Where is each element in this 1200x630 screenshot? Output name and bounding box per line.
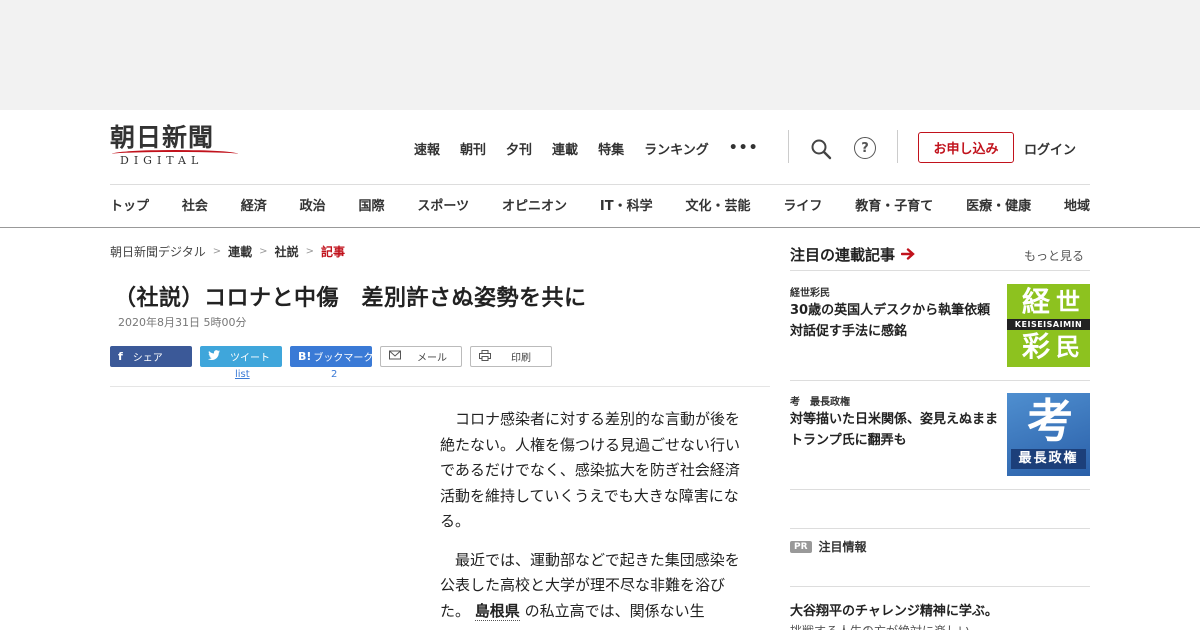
header-divider-2 xyxy=(897,130,898,163)
breadcrumb-current: 記事 xyxy=(320,245,345,259)
help-icon[interactable]: ? xyxy=(854,137,876,159)
thumb-glyph-sai: 彩 xyxy=(1022,330,1051,363)
breadcrumb-sep-icon: > xyxy=(305,246,314,257)
logo-wordmark: 朝日新聞 xyxy=(110,123,215,152)
top-nav-ranking[interactable]: ランキング xyxy=(644,139,709,158)
top-nav: 速報 朝刊 夕刊 連載 特集 ランキング ••• xyxy=(414,137,759,159)
sidebar-article-thumbnail[interactable]: 経 世 KEISEISAIMIN 彩 民 xyxy=(1007,284,1090,367)
cat-top[interactable]: トップ xyxy=(110,195,149,215)
sidebar-divider xyxy=(790,586,1090,587)
article-date: 2020年8月31日 5時00分 xyxy=(118,316,247,329)
cat-region[interactable]: 地域 xyxy=(1064,195,1090,215)
sidebar-title-text: 注目の連載記事 xyxy=(790,246,896,264)
top-nav-choukan[interactable]: 朝刊 xyxy=(460,139,486,158)
arrow-right-icon xyxy=(900,246,915,264)
ad-banner-area xyxy=(0,0,1200,110)
mail-share-label: メール xyxy=(417,353,447,364)
hatena-bookmark-label: ブックマーク xyxy=(313,353,374,364)
top-nav-rensai[interactable]: 連載 xyxy=(552,139,578,158)
sidebar-divider xyxy=(790,528,1090,529)
header-divider-line xyxy=(110,184,1090,185)
cat-culture[interactable]: 文化・芸能 xyxy=(685,195,750,215)
pr-headline[interactable]: 大谷翔平のチャレンジ精神に学ぶ。 xyxy=(790,600,998,619)
hatena-b-icon: B! xyxy=(298,350,312,363)
breadcrumb-home[interactable]: 朝日新聞デジタル xyxy=(110,243,206,260)
top-nav-tokushu[interactable]: 特集 xyxy=(598,139,624,158)
logo-digital: DIGITAL xyxy=(120,154,204,167)
breadcrumb-shasetsu[interactable]: 社説 xyxy=(275,243,299,260)
article-paragraph-2: 最近では、運動部などで起きた集団感染を公表した高校と大学が理不尽な非難を浴びた。… xyxy=(440,548,750,625)
keyword-link-shimane[interactable]: 島根県 xyxy=(474,601,520,621)
twitter-share-button[interactable]: ツイート xyxy=(200,346,282,367)
sidebar-article-headline[interactable]: 30歳の英国人デスクから執筆依頼 対話促す手法に感銘 xyxy=(790,300,1003,342)
pr-badge: PR xyxy=(790,540,812,553)
sidebar-article-2[interactable]: 考 最長政権 対等描いた日米関係、姿見えぬまま トランプ氏に翻弄も 考 最長政権 xyxy=(790,393,1090,477)
article-title: （社説）コロナと中傷 差別許さぬ姿勢を共に xyxy=(114,286,587,311)
cat-education[interactable]: 教育・子育て xyxy=(855,195,933,215)
mail-icon xyxy=(389,350,401,363)
twitter-share-count[interactable]: list xyxy=(235,369,250,380)
sidebar-article-1[interactable]: 経世彩民 30歳の英国人デスクから執筆依頼 対話促す手法に感銘 経 世 KEIS… xyxy=(790,284,1090,368)
cat-sports[interactable]: スポーツ xyxy=(417,195,469,215)
print-label: 印刷 xyxy=(511,353,531,364)
thumb-en-label: KEISEISAIMIN xyxy=(1007,319,1090,330)
cat-health[interactable]: 医療・健康 xyxy=(966,195,1031,215)
sidebar-divider xyxy=(790,380,1090,381)
article-paragraph-1: コロナ感染者に対する差別的な言動が後を絶たない。人権を傷つける見過ごせない行いで… xyxy=(440,410,741,530)
search-icon[interactable] xyxy=(810,138,832,160)
article-divider xyxy=(110,386,770,387)
more-dots-icon[interactable]: ••• xyxy=(729,140,759,156)
top-nav-sokuho[interactable]: 速報 xyxy=(414,139,440,158)
hatena-bookmark-count[interactable]: 2 xyxy=(331,369,337,380)
facebook-icon: f xyxy=(118,350,123,363)
print-button[interactable]: 印刷 xyxy=(470,346,552,367)
cat-international[interactable]: 国際 xyxy=(359,195,385,215)
breadcrumb: 朝日新聞デジタル > 連載 > 社説 > 記事 xyxy=(110,243,345,260)
twitter-share-label: ツイート xyxy=(230,353,270,364)
breadcrumb-rensai[interactable]: 連載 xyxy=(228,243,252,260)
thumb-glyph-kou: 考 xyxy=(1027,394,1073,448)
sidebar-title[interactable]: 注目の連載記事 xyxy=(790,244,915,265)
mail-share-button[interactable]: メール xyxy=(380,346,462,367)
category-nav: トップ 社会 経済 政治 国際 スポーツ オピニオン IT・科学 文化・芸能 ラ… xyxy=(110,195,1090,215)
subscribe-button[interactable]: お申し込み xyxy=(918,132,1014,163)
thumb-glyph-min: 民 xyxy=(1056,332,1080,361)
sidebar-article-label: 経世彩民 xyxy=(790,288,830,299)
pr-section-header: PR 注目情報 xyxy=(790,538,867,555)
pr-subtext[interactable]: 挑戦する人生の方が絶対に楽しい xyxy=(790,622,970,630)
cat-economy[interactable]: 経済 xyxy=(241,195,267,215)
cat-society[interactable]: 社会 xyxy=(182,195,208,215)
facebook-share-button[interactable]: f シェア xyxy=(110,346,192,367)
cat-opinion[interactable]: オピニオン xyxy=(502,195,567,215)
sidebar-article-headline[interactable]: 対等描いた日米関係、姿見えぬまま トランプ氏に翻弄も xyxy=(790,409,1011,451)
twitter-bird-icon xyxy=(208,350,220,363)
breadcrumb-sep-icon: > xyxy=(212,246,222,257)
sidebar-divider xyxy=(790,270,1090,271)
cat-life[interactable]: ライフ xyxy=(783,195,822,215)
breadcrumb-sep-icon: > xyxy=(259,246,268,257)
cat-it-science[interactable]: IT・科学 xyxy=(600,195,653,215)
thumb-band-label: 最長政権 xyxy=(1011,449,1086,469)
article-paragraph-2-tail: の私立高では、関係ない生 xyxy=(524,601,705,620)
sidebar-more-link[interactable]: もっと見る xyxy=(1024,247,1084,264)
sidebar-article-label: 考 最長政権 xyxy=(790,397,850,408)
thumb-glyph-kei: 経 xyxy=(1022,285,1051,318)
sidebar-article-thumbnail[interactable]: 考 最長政権 xyxy=(1007,393,1090,476)
hatena-bookmark-button[interactable]: B! ブックマーク xyxy=(290,346,374,367)
pr-label: 注目情報 xyxy=(818,540,867,554)
header-divider xyxy=(788,130,789,163)
thumb-glyph-sei: 世 xyxy=(1056,287,1080,316)
printer-icon xyxy=(479,349,491,364)
cat-politics[interactable]: 政治 xyxy=(300,195,326,215)
login-link[interactable]: ログイン xyxy=(1024,139,1076,158)
facebook-share-label: シェア xyxy=(132,353,163,364)
asahi-logo[interactable]: 朝日新聞 DIGITAL xyxy=(110,124,240,170)
top-nav-yuukan[interactable]: 夕刊 xyxy=(506,139,532,158)
sidebar-divider xyxy=(790,489,1090,490)
article-body: コロナ感染者に対する差別的な言動が後を絶たない。人権を傷つける見過ごせない行いで… xyxy=(440,407,750,630)
